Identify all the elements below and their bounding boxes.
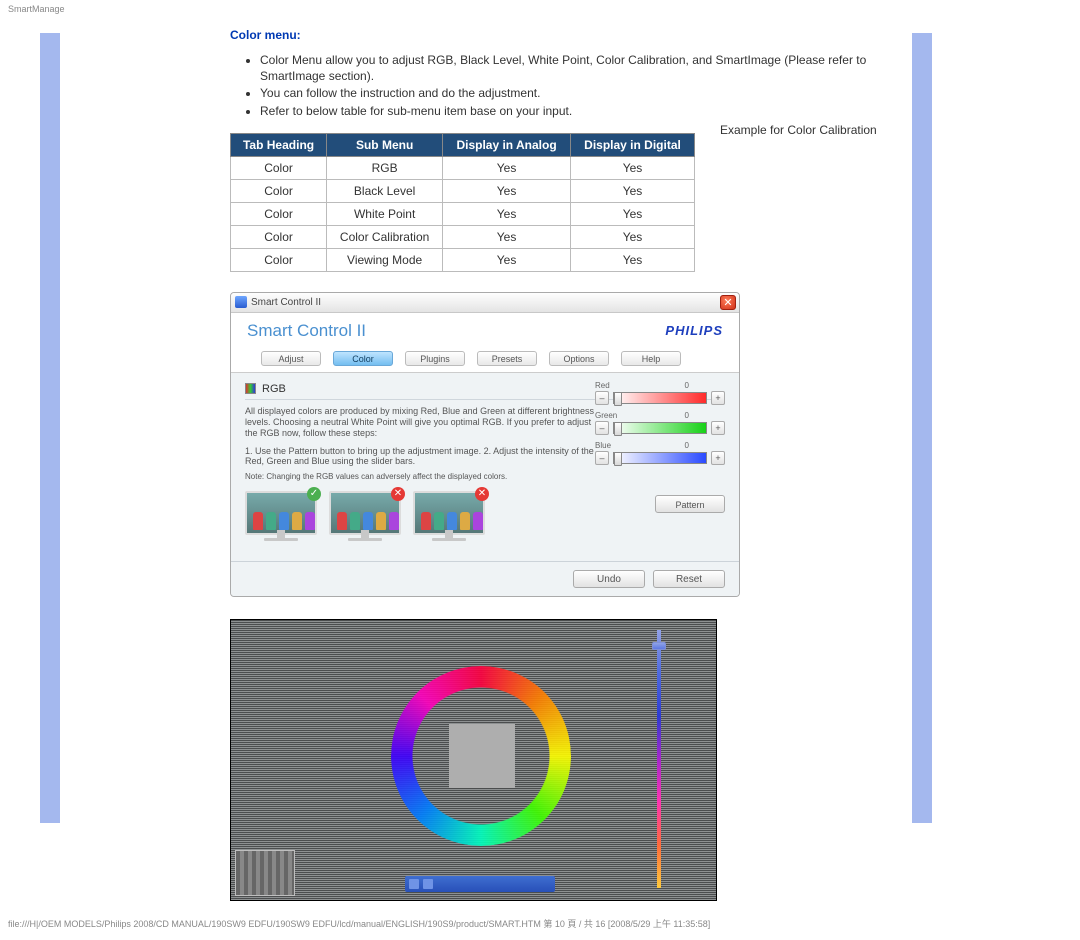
minus-button[interactable]: – [595,421,609,435]
brand-logo: PHILIPS [665,323,723,338]
td: Yes [571,179,695,202]
preview-ok[interactable]: ✓ [245,491,317,551]
plus-button[interactable]: + [711,391,725,405]
td: Black Level [327,179,443,202]
td: Yes [571,248,695,271]
td: Color [231,179,327,202]
undo-button[interactable]: Undo [573,570,645,588]
minus-button[interactable]: – [595,391,609,405]
td: Yes [443,225,571,248]
tab-adjust[interactable]: Adjust [261,351,321,366]
color-table: Tab Heading Sub Menu Display in Analog D… [230,133,695,272]
th: Display in Analog [443,133,571,156]
td: Yes [443,179,571,202]
td: Yes [571,156,695,179]
preview-no1[interactable]: ✕ [329,491,401,551]
panel-desc: All displayed colors are produced by mix… [245,406,595,440]
reset-button[interactable]: Reset [653,570,725,588]
cross-icon: ✕ [475,487,489,501]
slider-blue[interactable]: –+ [595,451,725,465]
calibration-image [230,619,717,901]
td: Yes [571,202,695,225]
tab-help[interactable]: Help [621,351,681,366]
scale-thumb[interactable] [652,642,666,650]
window-title: Smart Control II [251,297,321,308]
td: Color [231,202,327,225]
rgb-icon [245,383,256,394]
plus-button[interactable]: + [711,451,725,465]
bullet-item: Refer to below table for sub-menu item b… [260,103,930,119]
tab-presets[interactable]: Presets [477,351,537,366]
cross-icon: ✕ [391,487,405,501]
td: White Point [327,202,443,225]
td: RGB [327,156,443,179]
tab-options[interactable]: Options [549,351,609,366]
window-titlebar: Smart Control II ✕ [231,293,739,313]
preview-no2[interactable]: ✕ [413,491,485,551]
td: Yes [443,248,571,271]
decor-right-bar [912,33,932,823]
side-scale [643,630,667,888]
bullet-item: You can follow the instruction and do th… [260,85,930,101]
slider-green[interactable]: –+ [595,421,725,435]
app-icon [235,296,247,308]
page-footer: file:///H|/OEM MODELS/Philips 2008/CD MA… [0,913,1080,940]
calib-panel [235,850,295,896]
bullet-list: Color Menu allow you to adjust RGB, Blac… [260,52,930,119]
plus-button[interactable]: + [711,421,725,435]
window-header: Smart Control II PHILIPS [231,313,739,349]
td: Yes [443,202,571,225]
tab-color[interactable]: Color [333,351,393,366]
td: Color [231,225,327,248]
page-header: SmartManage [0,0,1080,18]
td: Yes [443,156,571,179]
bullet-item: Color Menu allow you to adjust RGB, Blac… [260,52,930,84]
preview-thumbs: ✓ ✕ ✕ [245,491,725,551]
task-bar [405,876,555,892]
th: Sub Menu [327,133,443,156]
th: Display in Digital [571,133,695,156]
panel-label: RGB [262,383,286,395]
window-footer: Undo Reset [231,561,739,596]
smart-control-window: Smart Control II ✕ Smart Control II PHIL… [230,292,740,597]
tab-bar: Adjust Color Plugins Presets Options Help [231,349,739,373]
td: Yes [571,225,695,248]
example-text: Example for Color Calibration [720,123,880,139]
th: Tab Heading [231,133,327,156]
brand-title: Smart Control II [247,321,366,341]
panel-steps: 1. Use the Pattern button to bring up th… [245,446,595,466]
td: Color Calibration [327,225,443,248]
gray-square [449,724,515,788]
check-icon: ✓ [307,487,321,501]
decor-left-bar [40,33,60,823]
td: Color [231,248,327,271]
panel-body: RGB All displayed colors are produced by… [231,373,739,561]
tab-plugins[interactable]: Plugins [405,351,465,366]
slider-group: Red0–+Green0–+Blue0–+ [595,381,725,471]
panel-note: Note: Changing the RGB values can advers… [245,472,725,481]
minus-button[interactable]: – [595,451,609,465]
close-icon[interactable]: ✕ [720,295,736,310]
td: Color [231,156,327,179]
section-title: Color menu: [230,28,930,42]
pattern-button[interactable]: Pattern [655,495,725,513]
td: Viewing Mode [327,248,443,271]
slider-red[interactable]: –+ [595,391,725,405]
